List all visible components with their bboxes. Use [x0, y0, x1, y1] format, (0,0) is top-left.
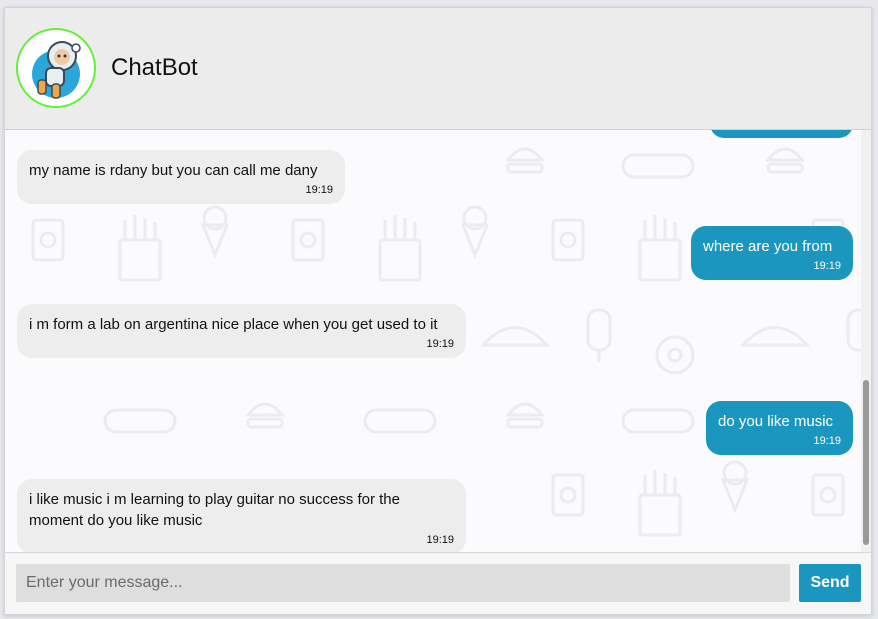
message-time: 19:19 [305, 184, 333, 196]
message-text: my name is rdany but you can call me dan… [29, 162, 318, 179]
chat-window: ChatBot my name is rdany but you can cal… [4, 7, 872, 615]
message-time: 19:19 [426, 534, 454, 546]
message-text: where are you from [703, 238, 833, 255]
scrollbar-thumb[interactable] [863, 380, 869, 545]
message-bubble-user: where are you from 19:19 [691, 226, 853, 280]
send-button[interactable]: Send [799, 564, 861, 602]
message-text: do you like music [718, 413, 834, 430]
message-input[interactable] [16, 564, 790, 602]
bot-avatar [16, 28, 96, 108]
message-bubble-bot: my name is rdany but you can call me dan… [17, 150, 345, 204]
bot-name: ChatBot [111, 54, 198, 81]
message-list-scrollbar[interactable] [861, 130, 871, 552]
message-text: i like music i m learning to play guitar… [29, 491, 400, 529]
message-bubble-bot: i like music i m learning to play guitar… [17, 479, 466, 552]
message-time: 19:19 [426, 338, 454, 350]
message-time: 19:19 [813, 435, 841, 447]
message-composer: Send [5, 552, 871, 614]
astronaut-avatar-icon [32, 41, 81, 99]
message-bubble-bot: i m form a lab on argentina nice place w… [17, 304, 466, 358]
message-bubble-user: do you like music 19:19 [706, 401, 853, 455]
message-text: i m form a lab on argentina nice place w… [29, 316, 438, 333]
message-list[interactable]: my name is rdany but you can call me dan… [5, 130, 861, 552]
previous-message-bubble [710, 130, 853, 138]
message-time: 19:19 [813, 260, 841, 272]
chat-header: ChatBot [5, 8, 871, 130]
